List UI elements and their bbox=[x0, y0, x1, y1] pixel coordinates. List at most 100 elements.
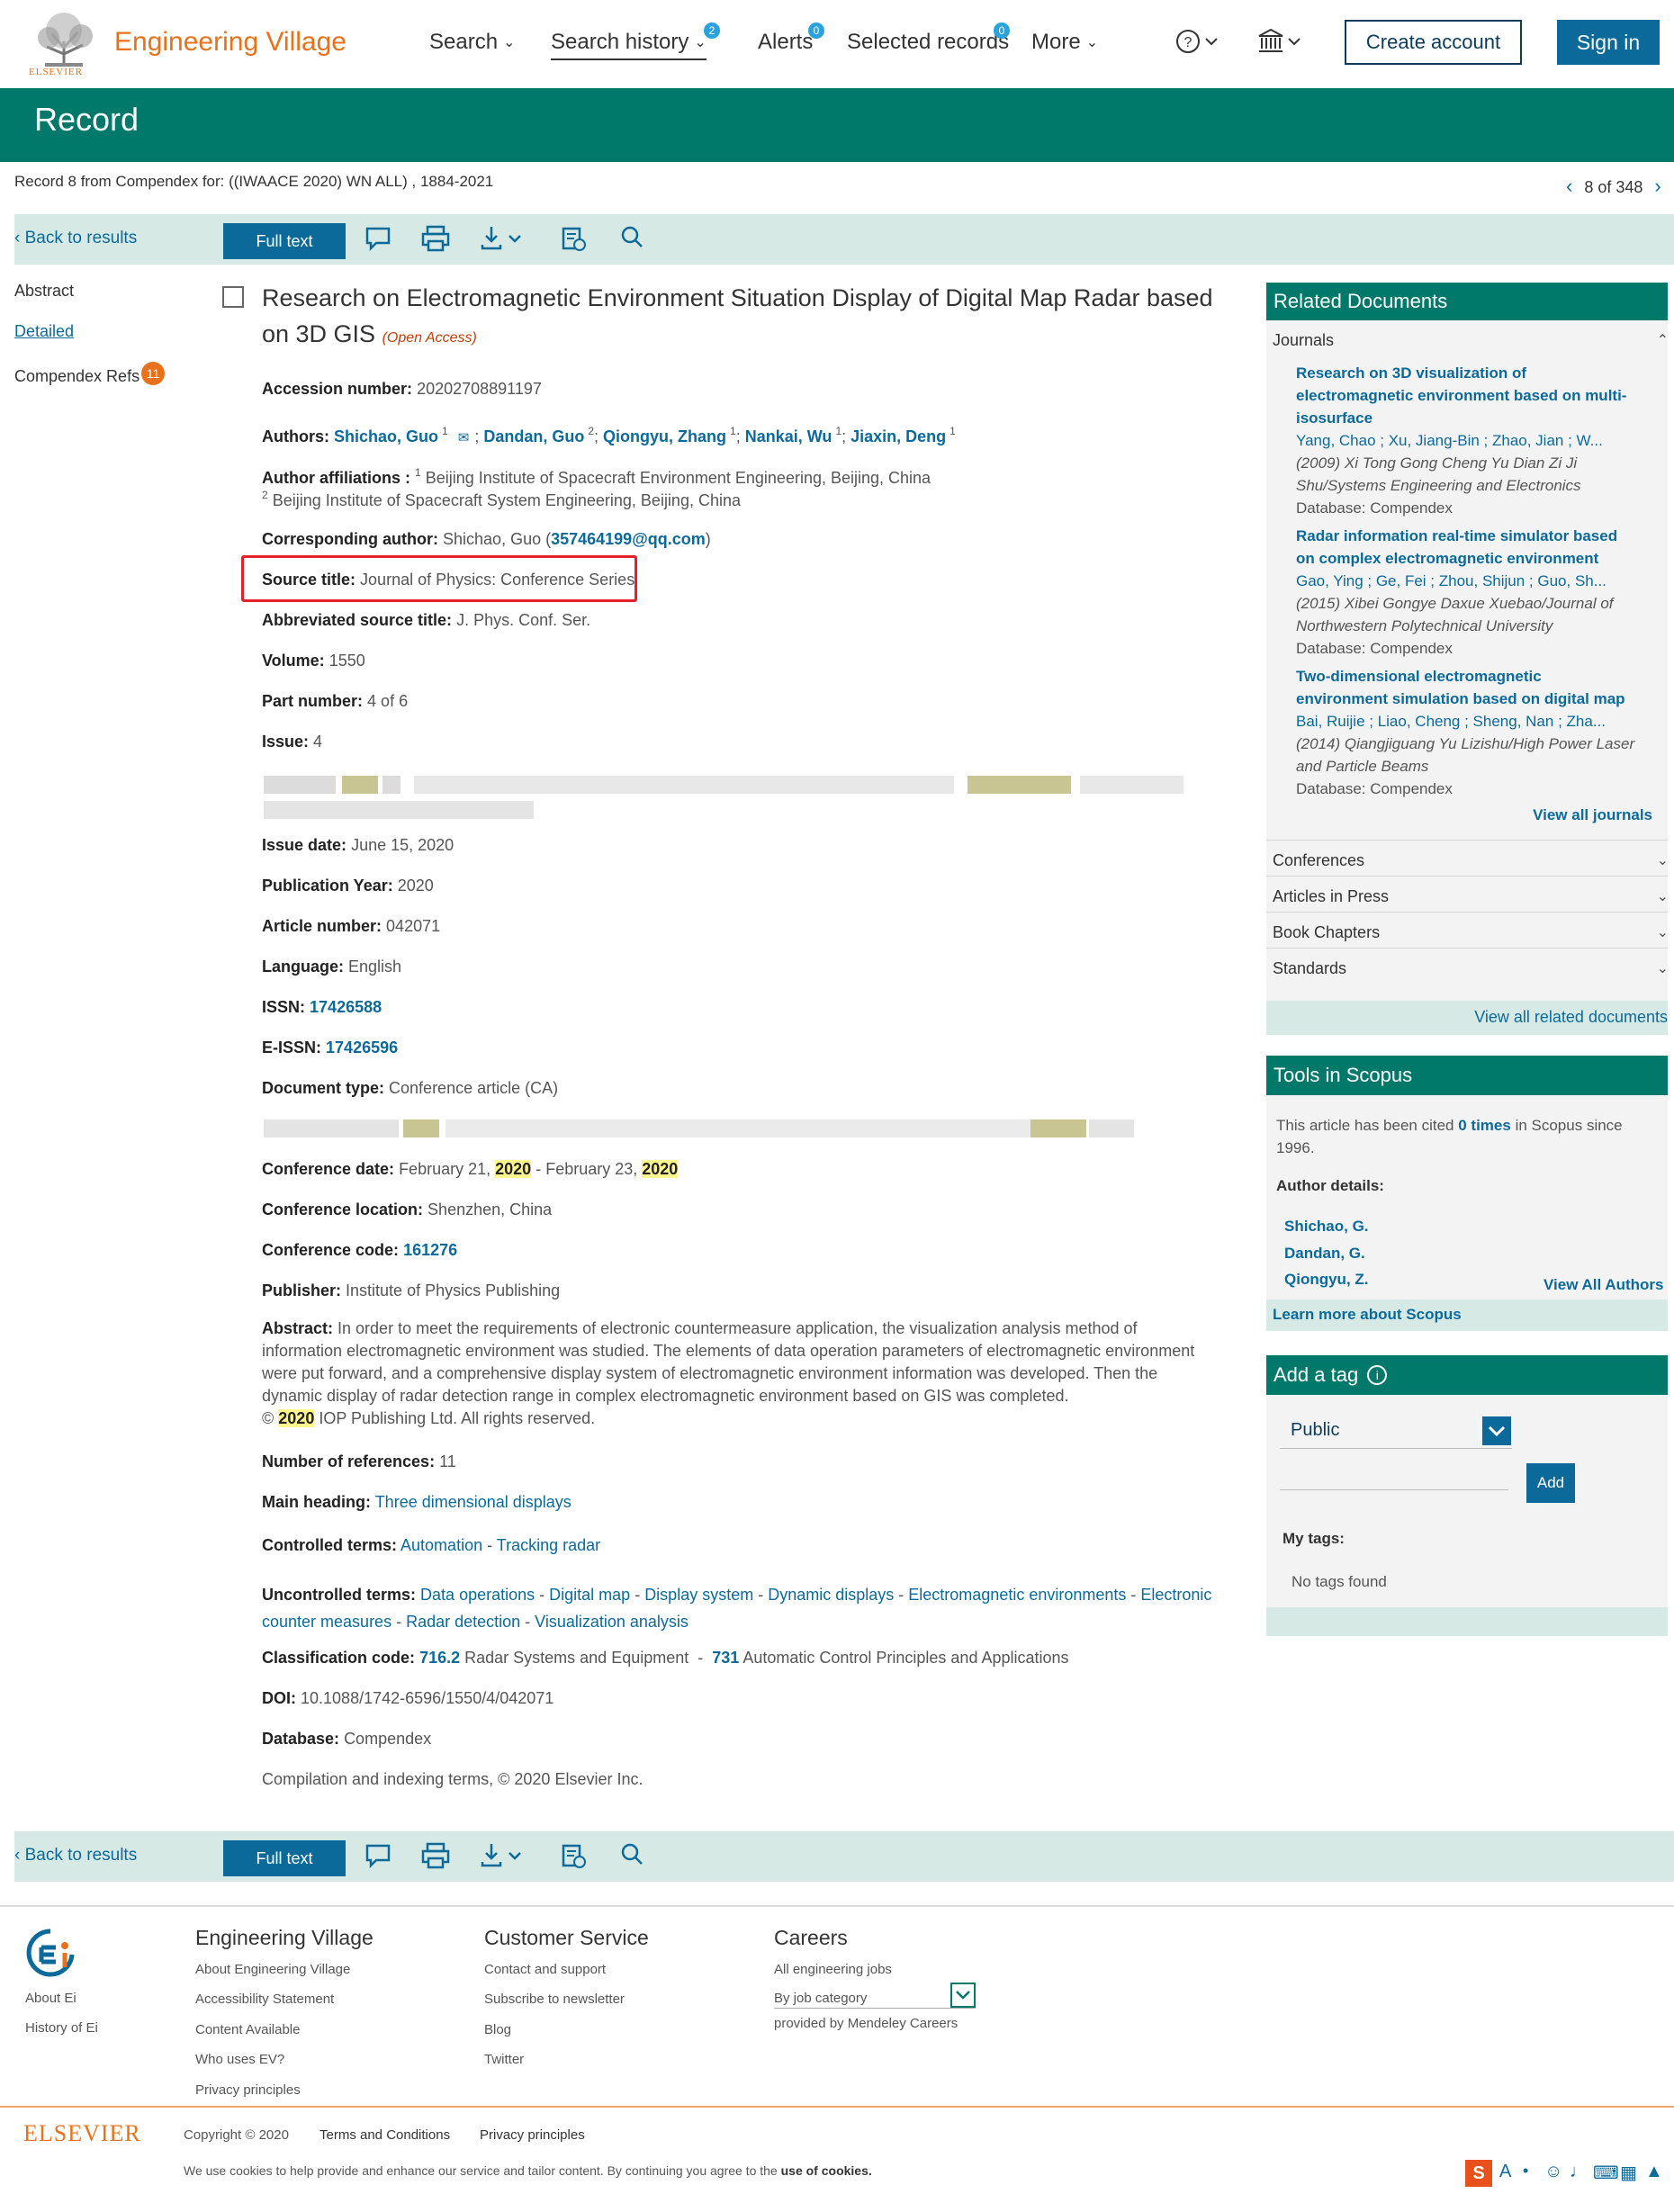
main-heading-link[interactable]: Three dimensional displays bbox=[375, 1493, 572, 1511]
scopus-author-link[interactable]: Qiongyu, Z. bbox=[1284, 1271, 1369, 1289]
uncontrolled-term-link[interactable]: Digital map bbox=[549, 1586, 630, 1604]
view-all-journals-link[interactable]: View all journals bbox=[1296, 806, 1652, 824]
author-link[interactable]: Qiongyu, Zhang bbox=[603, 427, 726, 445]
engineering-village-logo[interactable]: Engineering Village bbox=[114, 27, 346, 58]
conf-code-link[interactable]: 161276 bbox=[403, 1241, 457, 1259]
articles-in-press-accordion[interactable]: Articles in Press ⌄ bbox=[1273, 887, 1669, 906]
nav-alerts[interactable]: Alerts bbox=[758, 30, 813, 55]
author-link[interactable]: Jiaxin, Deng bbox=[850, 427, 946, 445]
journals-accordion[interactable]: Journals ⌃ bbox=[1273, 331, 1669, 350]
footer-link[interactable]: Privacy principles bbox=[195, 2082, 301, 2098]
footer-link[interactable]: Subscribe to newsletter bbox=[484, 1992, 625, 2007]
footer-link[interactable]: Contact and support bbox=[484, 1962, 606, 1977]
author-link[interactable]: Nankai, Wu bbox=[745, 427, 832, 445]
full-text-button[interactable]: Full text bbox=[223, 1840, 346, 1876]
previous-record-icon[interactable]: ‹ bbox=[1566, 175, 1572, 197]
author-link[interactable]: Dandan, Guo bbox=[483, 427, 584, 445]
tag-input[interactable] bbox=[1280, 1460, 1508, 1490]
conferences-accordion[interactable]: Conferences ⌄ bbox=[1273, 851, 1669, 870]
comment-icon[interactable] bbox=[362, 1840, 394, 1871]
ime-mode-icon[interactable]: A bbox=[1499, 2162, 1511, 2182]
terms-link[interactable]: Terms and Conditions bbox=[320, 2127, 450, 2143]
uncontrolled-term-link[interactable]: Visualization analysis bbox=[535, 1613, 688, 1631]
related-item-authors[interactable]: Bai, Ruijie ; Liao, Cheng ; Sheng, Nan ;… bbox=[1296, 710, 1667, 733]
cookie-link[interactable]: use of cookies. bbox=[781, 2163, 872, 2178]
ime-emoji-icon[interactable]: ☺ bbox=[1544, 2162, 1562, 2182]
back-to-results-link[interactable]: ‹ Back to results bbox=[14, 229, 137, 248]
footer-link[interactable]: Content Available bbox=[195, 2022, 300, 2037]
view-all-related-link[interactable]: View all related documents bbox=[1266, 1008, 1668, 1027]
full-text-button[interactable]: Full text bbox=[223, 223, 346, 259]
create-account-button[interactable]: Create account bbox=[1345, 20, 1522, 65]
citation-icon[interactable] bbox=[558, 1840, 590, 1871]
nav-more[interactable]: More ⌄ bbox=[1031, 30, 1098, 55]
related-item-title[interactable]: Research on 3D visualization of electroma… bbox=[1296, 362, 1667, 429]
uncontrolled-term-link[interactable]: Radar detection bbox=[406, 1613, 520, 1631]
info-icon[interactable]: i bbox=[1367, 1365, 1388, 1385]
footer-link[interactable]: Blog bbox=[484, 2022, 511, 2037]
sign-in-button[interactable]: Sign in bbox=[1557, 20, 1660, 65]
ime-skin-icon[interactable]: ▲ bbox=[1645, 2162, 1663, 2182]
comment-icon[interactable] bbox=[362, 223, 394, 254]
corresponding-email-link[interactable]: 357464199@qq.com bbox=[551, 530, 706, 548]
standards-accordion[interactable]: Standards ⌄ bbox=[1273, 959, 1669, 978]
nav-compendex-refs[interactable]: Compendex Refs 11 bbox=[14, 362, 166, 386]
print-icon[interactable] bbox=[419, 223, 452, 254]
next-record-icon[interactable]: › bbox=[1654, 175, 1660, 197]
search-icon[interactable] bbox=[617, 223, 650, 254]
search-icon[interactable] bbox=[617, 1840, 650, 1871]
ime-grid-icon[interactable]: ▦ bbox=[1620, 2162, 1637, 2184]
download-icon[interactable] bbox=[479, 223, 529, 254]
help-menu[interactable]: ? bbox=[1175, 27, 1220, 60]
about-ei-link[interactable]: About Ei bbox=[25, 1991, 76, 2006]
select-record-checkbox[interactable] bbox=[222, 286, 244, 308]
ime-punctuation-icon[interactable]: • bbox=[1523, 2162, 1528, 2181]
cited-times-link[interactable]: 0 times bbox=[1458, 1117, 1511, 1134]
nav-detailed[interactable]: Detailed bbox=[14, 322, 74, 341]
footer-link[interactable]: Who uses EV? bbox=[195, 2052, 284, 2067]
uncontrolled-term-link[interactable]: Electromagnetic environments bbox=[908, 1586, 1126, 1604]
footer-link[interactable]: Twitter bbox=[484, 2052, 524, 2067]
add-tag-button[interactable]: Add bbox=[1526, 1463, 1575, 1503]
view-all-authors-link[interactable]: View All Authors bbox=[1544, 1276, 1664, 1294]
eissn-link[interactable]: 17426596 bbox=[326, 1039, 398, 1057]
job-category-select[interactable]: By job category bbox=[774, 1983, 976, 2009]
learn-more-scopus-link[interactable]: Learn more about Scopus bbox=[1273, 1306, 1462, 1324]
class-code-link[interactable]: 716.2 bbox=[419, 1649, 460, 1667]
uncontrolled-term-link[interactable]: Data operations bbox=[420, 1586, 535, 1604]
footer-link[interactable]: About Engineering Village bbox=[195, 1962, 350, 1977]
nav-search[interactable]: Search ⌄ bbox=[429, 30, 515, 55]
nav-abstract[interactable]: Abstract bbox=[14, 282, 74, 301]
related-item-title[interactable]: Radar information real-time simulator ba… bbox=[1296, 525, 1667, 570]
issn-link[interactable]: 17426588 bbox=[310, 998, 382, 1016]
footer-link[interactable]: Accessibility Statement bbox=[195, 1992, 334, 2007]
book-chapters-accordion[interactable]: Book Chapters ⌄ bbox=[1273, 923, 1669, 942]
download-icon[interactable] bbox=[479, 1840, 529, 1871]
citation-icon[interactable] bbox=[558, 223, 590, 254]
author-link[interactable]: Shichao, Guo bbox=[334, 427, 438, 445]
scopus-author-link[interactable]: Shichao, G. bbox=[1284, 1218, 1369, 1236]
related-item-title[interactable]: Two-dimensional electromagnetic environme… bbox=[1296, 665, 1667, 710]
nav-search-history[interactable]: Search history ⌄ bbox=[551, 30, 706, 60]
related-item-authors[interactable]: Yang, Chao ; Xu, Jiang-Bin ; Zhao, Jian … bbox=[1296, 429, 1667, 452]
ime-logo-icon[interactable]: S bbox=[1465, 2160, 1492, 2187]
back-to-results-link[interactable]: ‹ Back to results bbox=[14, 1846, 137, 1866]
class-code-link[interactable]: 731 bbox=[712, 1649, 739, 1667]
privacy-link[interactable]: Privacy principles bbox=[480, 2127, 585, 2143]
controlled-term-link[interactable]: Automation bbox=[400, 1536, 482, 1554]
institution-menu[interactable] bbox=[1256, 27, 1303, 60]
tag-visibility-select[interactable]: Public bbox=[1280, 1413, 1512, 1449]
scopus-author-link[interactable]: Dandan, G. bbox=[1284, 1245, 1365, 1263]
ei-logo-icon[interactable] bbox=[25, 1928, 76, 1983]
footer-link[interactable]: All engineering jobs bbox=[774, 1962, 892, 1977]
uncontrolled-term-link[interactable]: Display system bbox=[644, 1586, 753, 1604]
elsevier-wordmark[interactable]: ELSEVIER bbox=[23, 2120, 141, 2147]
email-icon[interactable]: ✉ bbox=[458, 430, 470, 445]
history-ei-link[interactable]: History of Ei bbox=[25, 2020, 98, 2036]
print-icon[interactable] bbox=[419, 1840, 452, 1871]
ime-voice-icon[interactable]: ♩ bbox=[1570, 2162, 1588, 2182]
ime-keyboard-icon[interactable]: ⌨ bbox=[1593, 2162, 1619, 2184]
nav-selected-records[interactable]: Selected records bbox=[847, 30, 1009, 55]
uncontrolled-term-link[interactable]: Dynamic displays bbox=[768, 1586, 894, 1604]
controlled-term-link[interactable]: Tracking radar bbox=[497, 1536, 600, 1554]
